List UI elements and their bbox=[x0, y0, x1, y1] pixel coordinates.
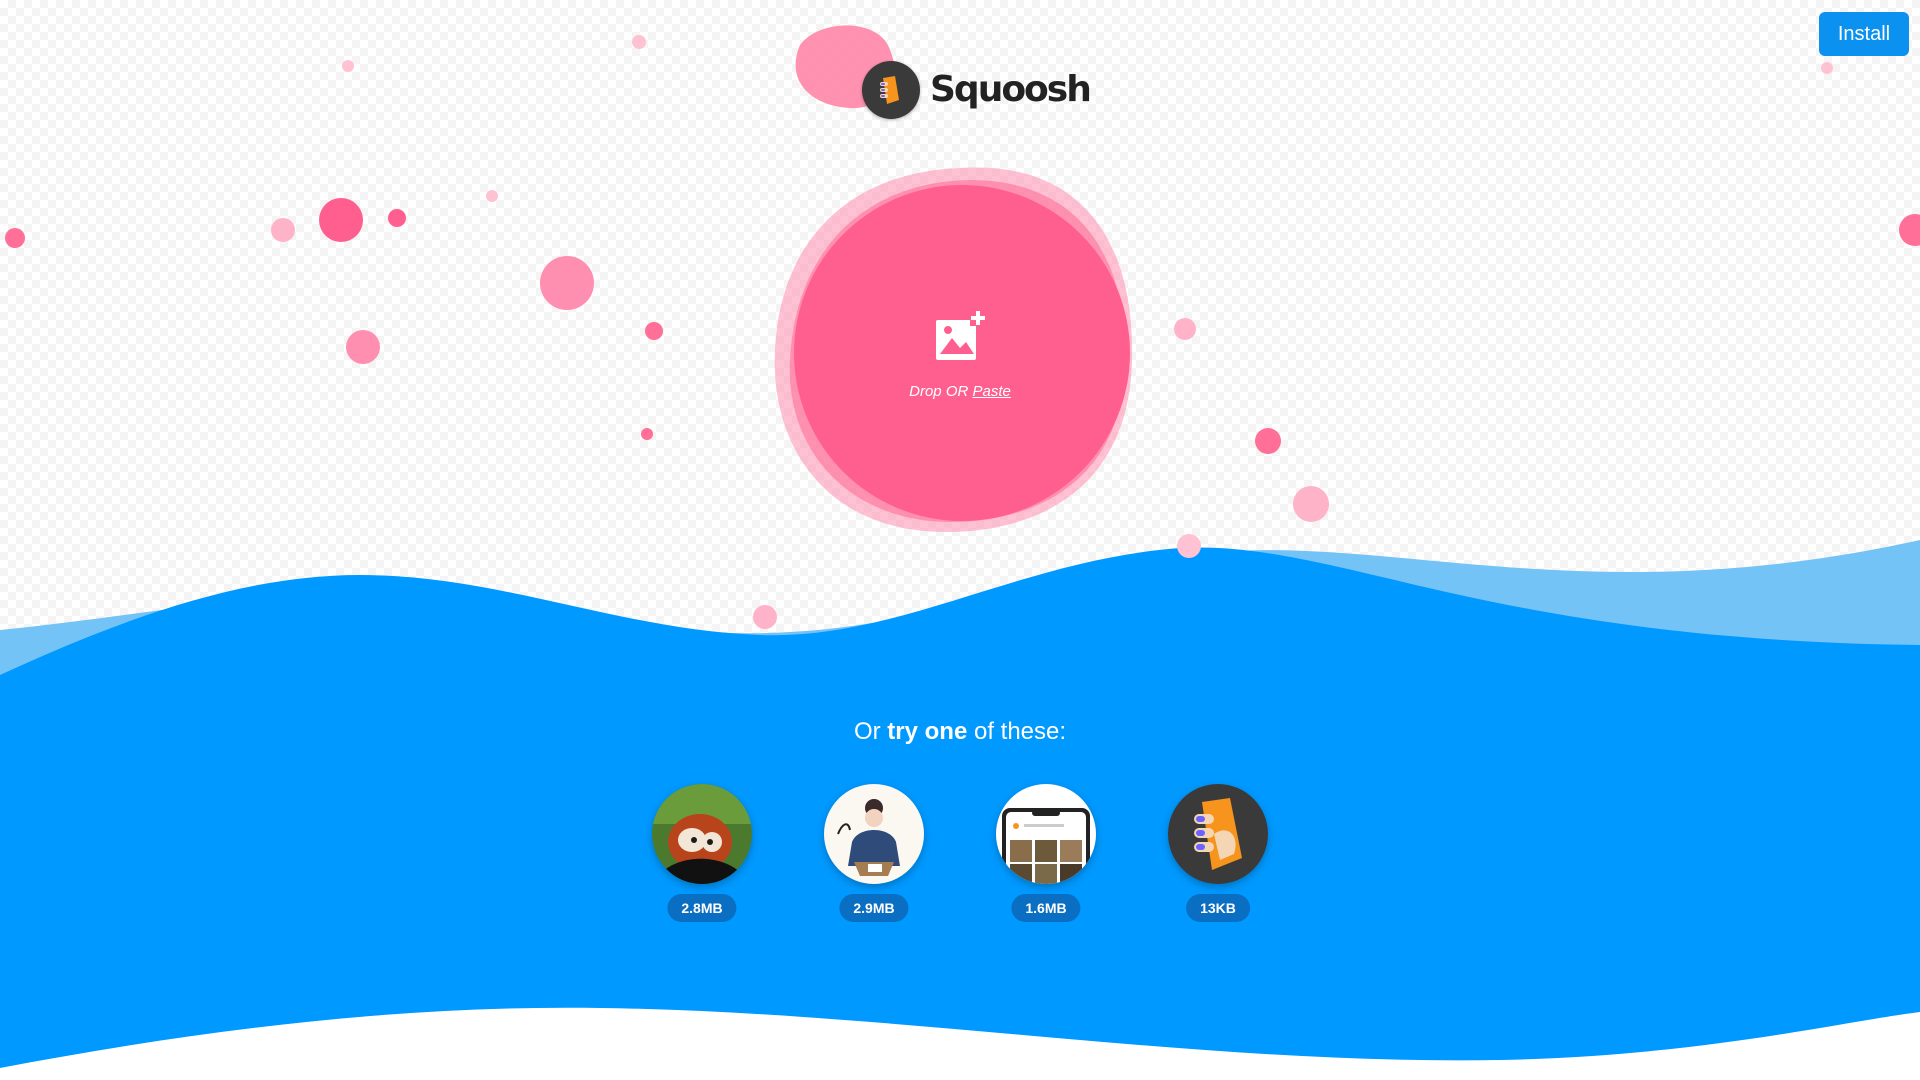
app-name: Squoosh bbox=[930, 69, 1092, 110]
demo-item[interactable]: 2.9MB bbox=[824, 784, 924, 922]
blob bbox=[1177, 534, 1201, 558]
squoosh-logo-vector[interactable] bbox=[1168, 784, 1268, 884]
blob bbox=[342, 60, 354, 72]
demo-item[interactable]: 1.6MB bbox=[996, 784, 1096, 922]
demo-size-badge: 2.8MB bbox=[667, 894, 737, 922]
blob bbox=[645, 322, 663, 340]
drop-label: Drop bbox=[909, 383, 942, 400]
demo-size-badge: 1.6MB bbox=[1011, 894, 1081, 922]
blob bbox=[632, 35, 646, 49]
demo-heading-pre: Or bbox=[853, 718, 888, 745]
demo-heading: Or try one of these: bbox=[0, 718, 1920, 746]
blob bbox=[319, 198, 363, 242]
demo-heading-try: try bbox=[887, 718, 918, 745]
blob bbox=[486, 190, 498, 202]
squoosh-logo-icon bbox=[862, 61, 920, 119]
demo-heading-one: one bbox=[924, 718, 968, 745]
blob bbox=[1293, 486, 1329, 522]
blob bbox=[641, 428, 653, 440]
drop-instructions: Drop OR Paste bbox=[790, 383, 1130, 400]
add-image-icon bbox=[934, 310, 986, 367]
demo-item[interactable]: 2.8MB bbox=[652, 784, 752, 922]
install-button[interactable]: Install bbox=[1819, 12, 1909, 56]
demo-size-badge: 13KB bbox=[1186, 894, 1250, 922]
blob bbox=[388, 209, 406, 227]
bottom-curve bbox=[0, 1007, 1920, 1080]
demo-heading-post: of these: bbox=[967, 718, 1067, 745]
blob bbox=[1255, 428, 1281, 454]
blob bbox=[5, 228, 25, 248]
blob bbox=[346, 330, 380, 364]
blob bbox=[1174, 318, 1196, 340]
demo-size-badge: 2.9MB bbox=[839, 894, 909, 922]
paste-link[interactable]: Paste bbox=[973, 383, 1011, 400]
blob bbox=[271, 218, 295, 242]
drop-zone[interactable]: Drop OR Paste bbox=[790, 178, 1130, 518]
blob bbox=[753, 605, 777, 629]
illustration-artwork[interactable] bbox=[824, 784, 924, 884]
blob bbox=[540, 256, 594, 310]
red-panda-photo[interactable] bbox=[652, 784, 752, 884]
background-decoration bbox=[0, 25, 1920, 1080]
device-screenshot[interactable] bbox=[996, 784, 1096, 884]
blob bbox=[1821, 62, 1833, 74]
or-label: OR bbox=[945, 383, 969, 400]
back-wave bbox=[0, 540, 1920, 1080]
main-wave bbox=[0, 547, 1920, 1080]
demo-item[interactable]: 13KB bbox=[1168, 784, 1268, 922]
blob bbox=[1899, 214, 1920, 246]
app-logo: Squoosh bbox=[862, 58, 1092, 122]
